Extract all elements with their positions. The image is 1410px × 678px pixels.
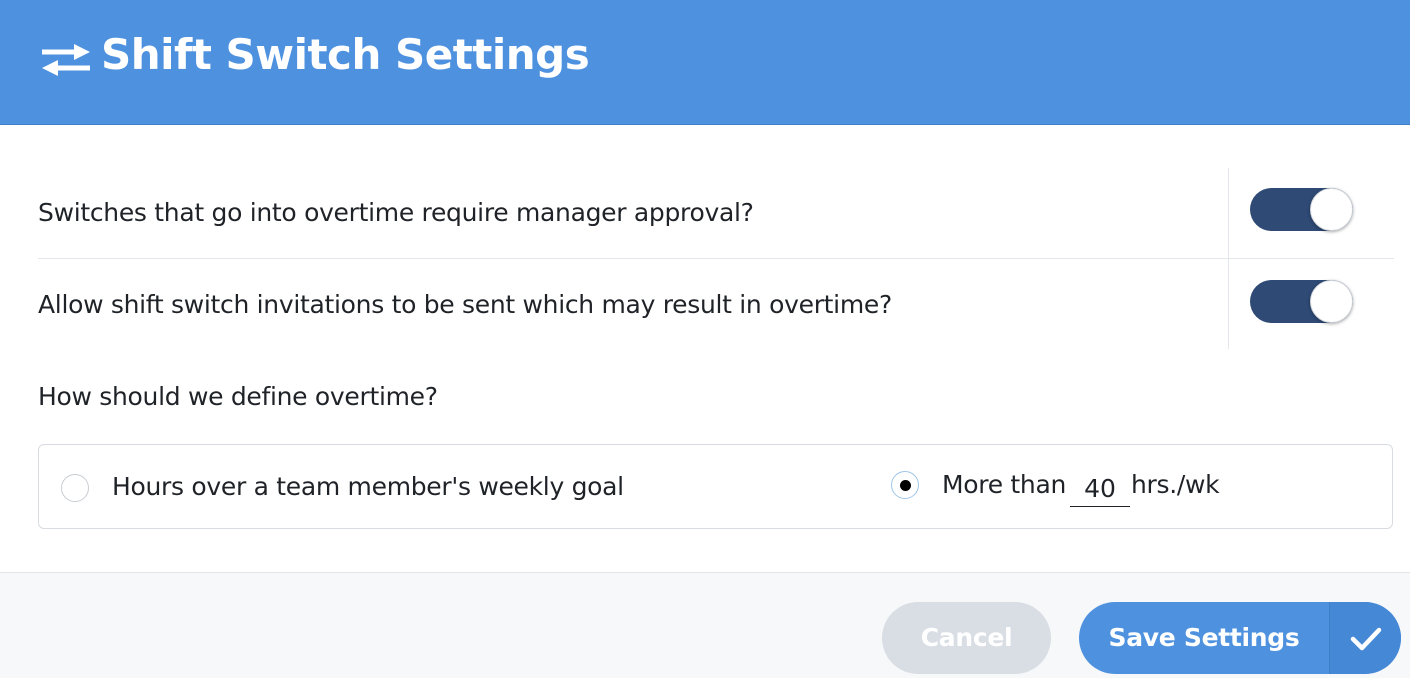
shift-switch-settings-dialog: Shift Switch Settings Switches that go i…	[0, 0, 1410, 678]
cancel-button[interactable]: Cancel	[882, 602, 1051, 674]
fixed-hours-radio[interactable]	[891, 471, 919, 499]
fixed-hours-suffix-label: hrs./wk	[1131, 470, 1220, 499]
swap-arrows-icon	[42, 44, 90, 76]
save-settings-button[interactable]: Save Settings	[1079, 602, 1401, 674]
save-settings-label: Save Settings	[1108, 623, 1300, 652]
allow-overtime-invites-label: Allow shift switch invitations to be sen…	[38, 290, 892, 319]
weekly-goal-option-label[interactable]: Hours over a team member's weekly goal	[112, 472, 624, 501]
overtime-approval-label: Switches that go into overtime require m…	[38, 198, 754, 227]
dialog-header: Shift Switch Settings	[0, 0, 1410, 125]
overtime-approval-toggle[interactable]	[1250, 188, 1353, 231]
toggle-column-divider	[1228, 168, 1229, 349]
allow-overtime-invites-toggle[interactable]	[1250, 280, 1353, 323]
checkmark-icon	[1350, 627, 1382, 651]
overtime-definition-question: How should we define overtime?	[38, 382, 438, 411]
toggle-knob	[1310, 280, 1353, 323]
fixed-hours-prefix-label: More than	[942, 470, 1067, 499]
row-divider	[38, 258, 1394, 259]
radio-selected-dot	[900, 480, 911, 491]
weekly-goal-radio[interactable]	[61, 474, 89, 502]
overtime-hours-input[interactable]	[1070, 470, 1130, 507]
dialog-title: Shift Switch Settings	[101, 30, 590, 79]
save-check-segment	[1329, 602, 1401, 674]
toggle-knob	[1310, 188, 1353, 231]
